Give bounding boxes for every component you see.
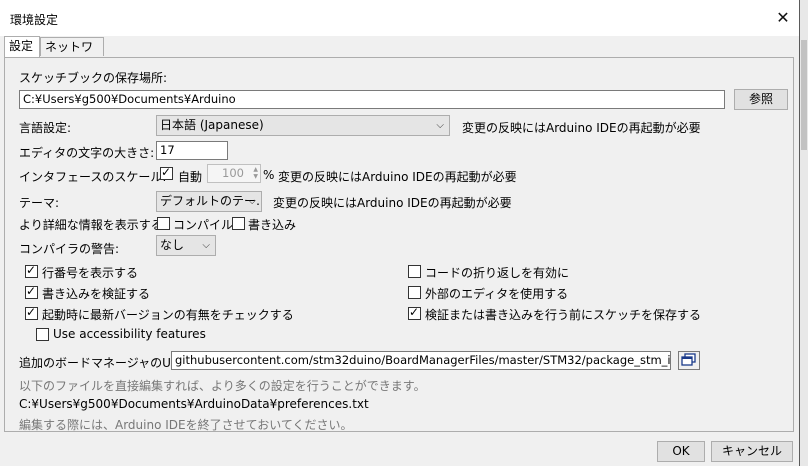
window-stack-icon xyxy=(681,353,696,366)
preferences-path: C:¥Users¥g500¥Documents¥ArduinoData¥pref… xyxy=(19,397,369,411)
chevron-down-icon: ⌵ xyxy=(248,196,256,207)
warnings-select[interactable]: なし ⌵ xyxy=(156,235,216,256)
tab-settings[interactable]: 設定 xyxy=(4,36,40,57)
line-numbers-label: 行番号を表示する xyxy=(42,266,139,280)
scale-label: インタフェースのスケール: xyxy=(19,170,167,184)
check-icon: ✓ xyxy=(161,165,172,179)
check-icon: ✓ xyxy=(26,284,37,298)
sketchbook-label: スケッチブックの保存場所: xyxy=(19,71,168,85)
window-title: 環境設定 xyxy=(10,13,59,27)
board-manager-label: 追加のボードマネージャのURL: xyxy=(19,356,191,370)
info-text: 以下のファイルを直接編集すれば、より多くの設定を行うことができます。 xyxy=(19,379,426,393)
check-icon: ✓ xyxy=(26,263,37,277)
accessibility-label: Use accessibility features xyxy=(53,327,206,341)
code-folding-label: コードの折り返しを有効に xyxy=(425,266,570,280)
check-updates-checkbox[interactable]: ✓ xyxy=(25,305,38,320)
language-label: 言語設定: xyxy=(19,121,72,135)
scrollbar-thumb[interactable] xyxy=(801,40,807,150)
external-editor-checkbox[interactable] xyxy=(408,286,421,299)
theme-value: デフォルトのテー… xyxy=(160,194,262,208)
scale-auto-label: 自動 xyxy=(178,170,203,184)
preferences-dialog: 環境設定 ✕ 設定 ネットワーク スケッチブックの保存場所: C:¥Users¥… xyxy=(0,0,800,466)
verbose-label: より詳細な情報を表示する: xyxy=(19,218,167,232)
settings-panel: スケッチブックの保存場所: C:¥Users¥g500¥Documents¥Ar… xyxy=(4,57,794,432)
check-updates-label: 起動時に最新バージョンの有無をチェックする xyxy=(42,308,294,322)
check-icon: ✓ xyxy=(26,305,37,319)
tab-network[interactable]: ネットワーク xyxy=(40,37,104,72)
save-before-checkbox[interactable]: ✓ xyxy=(408,305,421,320)
accessibility-checkbox[interactable] xyxy=(36,328,49,341)
font-size-input[interactable]: 17 xyxy=(156,141,228,160)
chevron-down-icon: ⌵ xyxy=(202,240,210,251)
theme-select[interactable]: デフォルトのテー… ⌵ xyxy=(156,191,262,212)
external-editor-label: 外部のエディタを使用する xyxy=(425,287,569,301)
verbose-upload-label: 書き込み xyxy=(248,218,297,232)
scale-restart-note: 変更の反映にはArduino IDEの再起動が必要 xyxy=(278,170,517,184)
close-icon[interactable]: ✕ xyxy=(770,6,796,30)
check-icon: ✓ xyxy=(409,305,420,319)
warnings-label: コンパイラの警告: xyxy=(19,242,120,256)
title-bar[interactable]: 環境設定 ✕ xyxy=(0,0,799,36)
browse-button[interactable]: 参照 xyxy=(734,89,788,110)
chevron-down-icon: ⌵ xyxy=(436,120,444,131)
language-restart-note: 変更の反映にはArduino IDEの再起動が必要 xyxy=(462,121,701,135)
verbose-compile-checkbox[interactable] xyxy=(157,217,170,230)
save-before-label: 検証または書き込みを行う前にスケッチを保存する xyxy=(425,308,702,322)
verbose-upload-checkbox[interactable] xyxy=(232,217,245,230)
ok-button[interactable]: OK xyxy=(657,441,705,462)
warnings-value: なし xyxy=(160,238,185,252)
line-numbers-checkbox[interactable]: ✓ xyxy=(25,263,38,278)
font-size-label: エディタの文字の大きさ: xyxy=(19,146,155,160)
code-folding-checkbox[interactable] xyxy=(408,265,421,278)
verify-upload-checkbox[interactable]: ✓ xyxy=(25,284,38,299)
info-exit-text: 編集する際には、Arduino IDEを終了させておいてください。 xyxy=(19,418,353,432)
scale-unit: % xyxy=(263,168,275,182)
language-value: 日本語 (Japanese) xyxy=(160,118,264,132)
board-manager-url-input[interactable]: githubusercontent.com/stm32duino/BoardMa… xyxy=(171,351,671,370)
board-manager-edit-button[interactable] xyxy=(678,351,700,370)
scale-value: 100 xyxy=(222,166,244,180)
spin-down-icon[interactable]: ▼ xyxy=(253,174,258,180)
verbose-compile-label: コンパイル xyxy=(173,218,234,232)
background-scrollbar[interactable] xyxy=(800,0,808,466)
scale-spinner[interactable]: 100 ▲ ▼ xyxy=(207,164,261,183)
sketchbook-path-input[interactable]: C:¥Users¥g500¥Documents¥Arduino xyxy=(19,90,725,109)
theme-label: テーマ: xyxy=(19,196,60,210)
scale-auto-checkbox[interactable]: ✓ xyxy=(160,165,173,180)
theme-restart-note: 変更の反映にはArduino IDEの再起動が必要 xyxy=(273,196,512,210)
cancel-button[interactable]: キャンセル xyxy=(711,441,793,462)
language-select[interactable]: 日本語 (Japanese) ⌵ xyxy=(156,115,450,136)
verify-upload-label: 書き込みを検証する xyxy=(42,287,151,301)
